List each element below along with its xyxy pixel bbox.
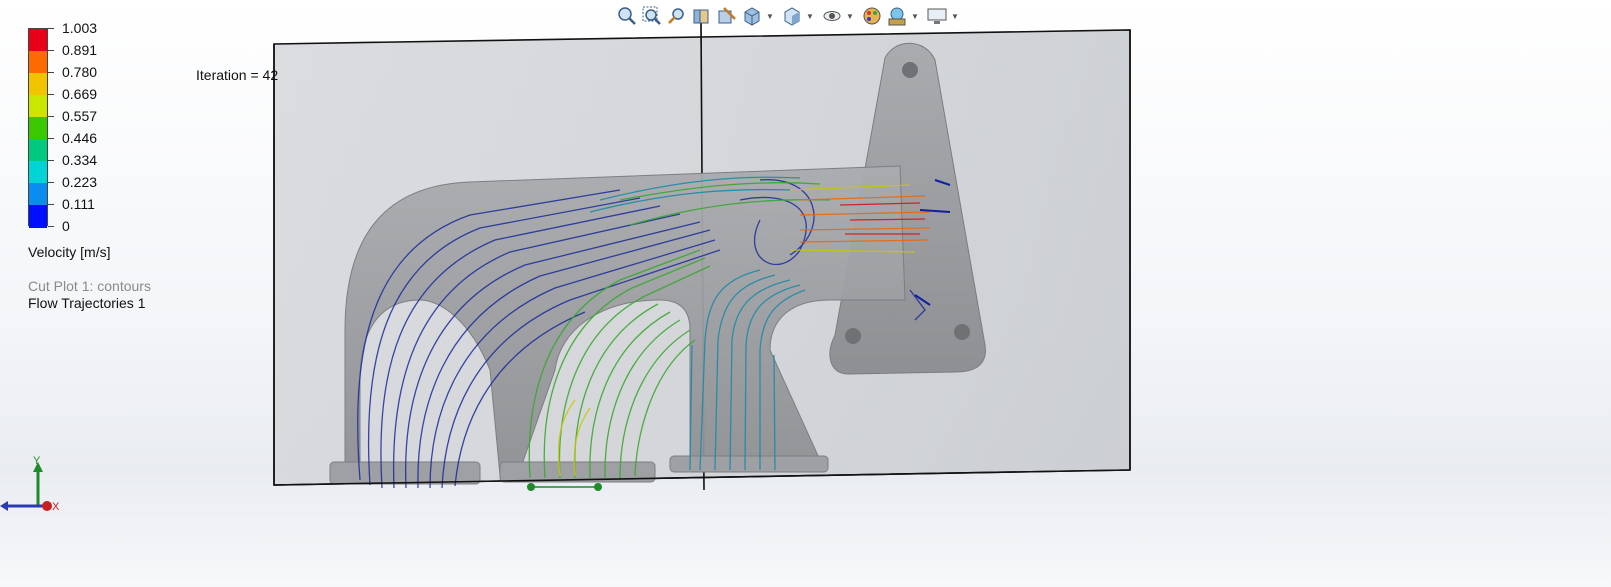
hide-show-items-icon (823, 11, 841, 21)
apply-scene-icon (888, 7, 906, 26)
hide-show-items-button[interactable] (821, 5, 843, 27)
heads-up-view-toolbar: ▼ ▼ ▼ ▼ ▼ (616, 4, 963, 28)
cut-plot-label[interactable]: Cut Plot 1: contours (28, 278, 151, 295)
edit-appearance-button[interactable] (861, 5, 883, 27)
legend-color-segment (29, 73, 47, 96)
legend-color-segment (29, 117, 47, 140)
flow-trajectories-label[interactable]: Flow Trajectories 1 (28, 295, 151, 312)
legend-tick-mark (48, 28, 54, 29)
apply-scene-button[interactable] (886, 5, 908, 27)
legend-tick-mark (48, 50, 54, 51)
zoom-to-area-button[interactable] (641, 5, 663, 27)
iteration-readout: Iteration = 42 (196, 67, 279, 83)
legend-tick-label: 1.003 (62, 20, 98, 36)
legend-tick-label: 0.669 (62, 86, 98, 102)
zoom-to-fit-button[interactable] (616, 5, 638, 27)
legend-color-segment (29, 51, 47, 74)
section-view-icon (693, 9, 709, 24)
dropdown-caret-icon[interactable]: ▼ (951, 5, 959, 27)
dynamic-annotation-button[interactable] (716, 5, 738, 27)
legend-tick-mark (48, 226, 54, 227)
legend-tick-mark (48, 160, 54, 161)
legend-tick-label: 0.891 (62, 42, 98, 58)
zoom-to-area-icon (642, 6, 661, 25)
triad-y-label: Y (33, 455, 41, 467)
reference-triad: Y X (0, 455, 60, 513)
legend-tick-label: 0.334 (62, 152, 98, 168)
graphics-viewport[interactable]: ▼ ▼ ▼ ▼ ▼ Iteration = 42 Velocity [m/s] 1.00… (0, 0, 1611, 587)
dropdown-caret-icon[interactable]: ▼ (766, 5, 774, 27)
section-view-button[interactable] (691, 5, 713, 27)
legend-tick-label: 0.223 (62, 174, 98, 190)
legend-tick-mark (48, 182, 54, 183)
legend-tick-mark (48, 94, 54, 95)
results-plot-list: Cut Plot 1: contours Flow Trajectories 1 (28, 278, 151, 312)
legend-color-segment (29, 183, 47, 206)
legend-tick-label: 0.111 (62, 196, 95, 212)
legend-color-bar (28, 28, 48, 228)
view-settings-icon (927, 8, 947, 24)
dynamic-annotation-icon (718, 7, 736, 24)
legend-color-segment (29, 95, 47, 118)
view-orientation-icon (744, 7, 760, 26)
view-orientation-button[interactable] (741, 5, 763, 27)
triad-x-label: X (52, 501, 60, 513)
legend-color-segment (29, 205, 47, 228)
display-style-icon (784, 7, 800, 26)
edit-appearance-icon (863, 7, 881, 25)
view-settings-button[interactable] (926, 5, 948, 27)
display-style-button[interactable] (781, 5, 803, 27)
legend-color-segment (29, 139, 47, 162)
previous-view-icon (668, 8, 684, 24)
dropdown-caret-icon[interactable]: ▼ (911, 5, 919, 27)
legend-tick-mark (48, 72, 54, 73)
flow-simulation-scene[interactable] (0, 0, 1611, 587)
legend-color-segment (29, 161, 47, 184)
previous-view-button[interactable] (666, 5, 688, 27)
dropdown-caret-icon[interactable]: ▼ (846, 5, 854, 27)
legend-tick-label: 0 (62, 218, 70, 234)
dropdown-caret-icon[interactable]: ▼ (806, 5, 814, 27)
legend-tick-label: 0.780 (62, 64, 98, 80)
legend-tick-label: 0.557 (62, 108, 98, 124)
legend-color-segment (29, 29, 47, 52)
legend-tick-label: 0.446 (62, 130, 98, 146)
legend-tick-mark (48, 138, 54, 139)
legend-tick-mark (48, 204, 54, 205)
zoom-to-fit-icon (618, 7, 636, 25)
legend-tick-mark (48, 116, 54, 117)
legend-title: Velocity [m/s] (28, 244, 111, 260)
